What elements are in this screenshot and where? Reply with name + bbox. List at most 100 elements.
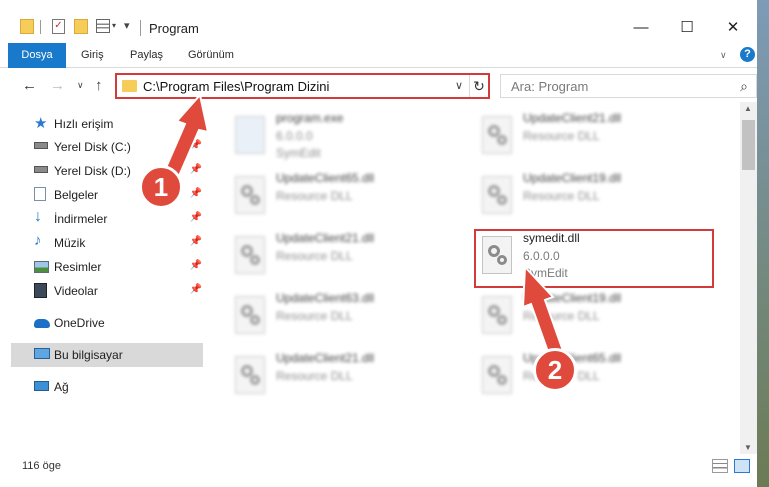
drive-icon	[34, 142, 48, 149]
highlight-box	[474, 229, 714, 288]
download-icon: ↓	[34, 208, 42, 225]
dll-file-icon	[482, 116, 512, 154]
sidebar-item-label: Yerel Disk (D:)	[54, 164, 131, 178]
vertical-scrollbar[interactable]: ▲ ▼	[740, 102, 757, 454]
sidebar-item-network[interactable]: Ağ	[14, 375, 204, 399]
sidebar-item-label: Videolar	[54, 284, 98, 298]
close-button[interactable]: ✕	[710, 14, 756, 40]
separator	[40, 20, 41, 34]
search-placeholder: Ara: Program	[511, 79, 589, 94]
file-description: Resource DLL	[523, 189, 600, 203]
title-bar: ✓ ▾ ▾ Program — ☐ ✕	[0, 0, 769, 43]
sidebar-item-downloads[interactable]: ↓ İndirmeler 📌	[14, 207, 204, 231]
scroll-down-icon[interactable]: ▼	[744, 443, 752, 452]
file-name: UpdateClient21.dll	[523, 111, 622, 125]
documents-icon	[34, 187, 46, 201]
pin-icon[interactable]: 📌	[190, 260, 202, 271]
sidebar-item-this-pc[interactable]: Bu bilgisayar	[11, 343, 203, 367]
tab-view[interactable]: Görünüm	[188, 43, 234, 68]
step-badge-2: 2	[533, 348, 577, 392]
dll-file-icon	[235, 176, 265, 214]
sidebar-item-videos[interactable]: Videolar 📌	[14, 279, 204, 303]
file-item[interactable]: UpdateClient63.dll Resource DLL	[230, 290, 450, 350]
pictures-icon	[34, 261, 49, 273]
large-icons-view-icon[interactable]	[734, 459, 750, 473]
file-version: 6.0.0.0	[276, 129, 313, 143]
file-name: UpdateClient21.dll	[276, 231, 375, 245]
item-count: 116 öge	[22, 460, 61, 472]
minimize-button[interactable]: —	[618, 14, 664, 40]
view-icon[interactable]	[96, 19, 110, 33]
file-description: Resource DLL	[276, 249, 353, 263]
sidebar-item-label: İndirmeler	[54, 212, 108, 226]
separator	[140, 20, 141, 36]
sidebar-item-label: Belgeler	[54, 188, 99, 202]
network-icon	[34, 381, 49, 391]
file-item[interactable]: UpdateClient21.dll Resource DLL	[230, 350, 450, 410]
folder-icon	[20, 19, 34, 34]
sidebar-item-music[interactable]: ♪ Müzik 📌	[14, 231, 204, 255]
sidebar-item-label: Resimler	[54, 260, 102, 274]
details-view-icon[interactable]	[712, 459, 728, 473]
chevron-down-icon[interactable]: ∨	[455, 79, 463, 92]
sidebar-item-label: Yerel Disk (C:)	[54, 140, 131, 154]
computer-icon	[34, 348, 50, 359]
file-item[interactable]: UpdateClient19.dll Resource DLL	[477, 170, 697, 230]
file-name: UpdateClient65.dll	[276, 171, 375, 185]
sidebar-item-onedrive[interactable]: OneDrive	[14, 311, 204, 335]
explorer-window: ✓ ▾ ▾ Program — ☐ ✕ Dosya Giriş Paylaş G…	[0, 0, 769, 487]
back-icon[interactable]: ←	[22, 77, 37, 94]
refresh-icon[interactable]: ↻	[469, 75, 488, 97]
sidebar-item-label: Bu bilgisayar	[54, 348, 123, 362]
file-name: UpdateClient63.dll	[276, 291, 375, 305]
desktop-background	[757, 0, 769, 487]
file-item[interactable]: program.exe 6.0.0.0 SymEdit	[230, 110, 450, 170]
address-row: ← → ∨ ↑ C:\Program Files\Program Dizini …	[0, 68, 769, 102]
search-icon[interactable]: ⌕	[740, 78, 748, 95]
pin-icon[interactable]: 📌	[190, 284, 202, 295]
scroll-up-icon[interactable]: ▲	[744, 104, 752, 113]
scrollbar-thumb[interactable]	[742, 120, 755, 170]
dll-file-icon	[482, 176, 512, 214]
dll-file-icon	[482, 356, 512, 394]
dll-file-icon	[235, 296, 265, 334]
new-folder-icon[interactable]	[74, 19, 88, 34]
help-icon[interactable]: ?	[740, 47, 755, 62]
chevron-down-icon[interactable]: ▾	[112, 21, 116, 30]
videos-icon	[34, 283, 47, 298]
cloud-icon	[34, 319, 50, 328]
sidebar-item-label: Müzik	[54, 236, 86, 250]
step-badge-1: 1	[139, 165, 183, 209]
pin-icon[interactable]: 📌	[190, 236, 202, 247]
pin-icon[interactable]: 📌	[190, 212, 202, 223]
file-description: Resource DLL	[276, 189, 353, 203]
file-company: SymEdit	[276, 146, 321, 160]
file-item[interactable]: UpdateClient65.dll Resource DLL	[230, 170, 450, 230]
customize-toolbar-icon[interactable]: ▾	[124, 19, 130, 32]
window-title: Program	[149, 21, 199, 36]
file-name: UpdateClient21.dll	[276, 351, 375, 365]
file-item[interactable]: UpdateClient19.dll Resource DLL	[477, 290, 697, 350]
file-description: Resource DLL	[276, 369, 353, 383]
exe-file-icon	[235, 116, 265, 154]
recent-locations-icon[interactable]: ∨	[77, 80, 84, 91]
tab-home[interactable]: Giriş	[81, 43, 104, 68]
file-item[interactable]: UpdateClient21.dll Resource DLL	[230, 230, 450, 290]
search-input[interactable]: Ara: Program ⌕	[500, 74, 757, 98]
file-name: UpdateClient19.dll	[523, 171, 622, 185]
up-icon[interactable]: ↑	[95, 77, 103, 94]
file-description: Resource DLL	[523, 129, 600, 143]
properties-icon[interactable]: ✓	[52, 19, 65, 34]
dll-file-icon	[235, 236, 265, 274]
dll-file-icon	[482, 296, 512, 334]
sidebar-item-pictures[interactable]: Resimler 📌	[14, 255, 204, 279]
file-item[interactable]: UpdateClient65.dll Resource DLL	[477, 350, 697, 410]
file-item[interactable]: UpdateClient21.dll Resource DLL	[477, 110, 697, 170]
sidebar-item-label: Hızlı erişim	[54, 117, 114, 131]
expand-ribbon-icon[interactable]: ∨	[720, 50, 727, 61]
maximize-button[interactable]: ☐	[664, 14, 710, 40]
status-bar: 116 öge	[0, 454, 769, 487]
tab-share[interactable]: Paylaş	[130, 43, 163, 68]
forward-icon[interactable]: →	[50, 77, 65, 94]
star-icon: ★	[34, 115, 48, 132]
